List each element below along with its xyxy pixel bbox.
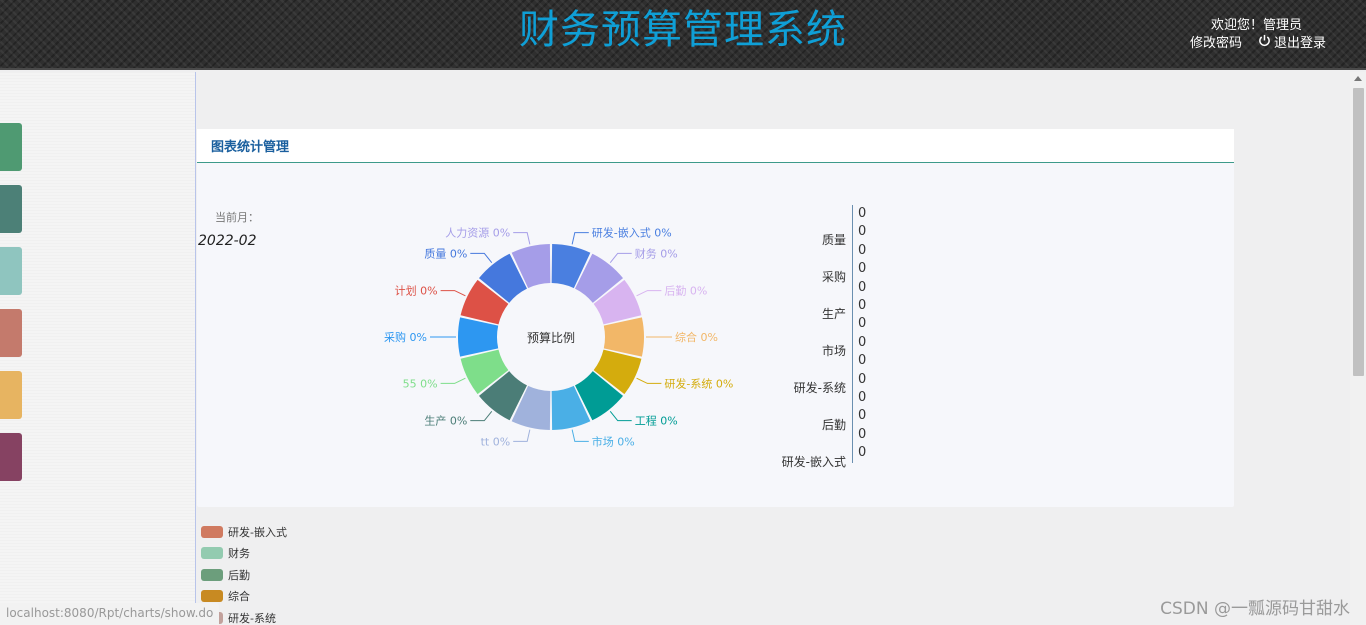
legend-label: 后勤 (228, 568, 250, 582)
legend-item[interactable]: 后勤 (201, 564, 287, 586)
pie-label-line-8 (470, 410, 493, 422)
axis-value: 0 (858, 426, 867, 442)
pie-label-7: tt 0% (481, 435, 511, 448)
pie-label-2: 后勤 0% (664, 285, 707, 298)
legend-swatch (201, 547, 223, 560)
pie-label-4: 研发-系统 0% (664, 376, 733, 390)
pie-label-5: 工程 0% (635, 415, 678, 428)
pie-center-title: 预算比例 (527, 330, 575, 345)
legend-swatch (201, 590, 223, 603)
pie-label-line-4 (636, 377, 662, 384)
legend-label: 研发-嵌入式 (228, 525, 287, 539)
axis-values: 0 0 0 0 0 0 0 0 0 0 0 0 0 0 (858, 205, 866, 463)
pie-label-line-13 (513, 232, 531, 245)
pie-label-line-0 (571, 232, 589, 245)
pie-label-9: 55 0% (403, 377, 438, 390)
pie-label-line-12 (470, 252, 493, 264)
axis-value: 0 (858, 353, 867, 369)
axis-line (852, 205, 853, 463)
scroll-thumb[interactable] (1353, 88, 1364, 376)
legend-swatch (201, 525, 223, 538)
current-month-label: 当前月： (215, 211, 259, 224)
pie-label-line-5 (609, 410, 632, 422)
pie-label-line-1 (609, 252, 632, 264)
axis-category: 质量 (821, 233, 846, 247)
sidebar-tab-4[interactable] (0, 309, 22, 357)
legend-swatch (201, 568, 223, 581)
axis-value: 0 (858, 298, 867, 314)
axis-category: 市场 (821, 344, 846, 358)
pie-label-line-2 (636, 290, 662, 297)
axis-value: 0 (858, 224, 867, 240)
panel-title: 图表统计管理 (211, 140, 290, 155)
sidebar-tab-1[interactable] (0, 123, 22, 171)
pie-label-0: 研发-嵌入式 0% (592, 226, 672, 240)
pie-label-3: 综合 0% (675, 330, 718, 344)
pie-slice-3[interactable] (603, 317, 644, 357)
legend-label: 财务 (228, 547, 250, 561)
power-icon (1259, 34, 1270, 46)
logout-link[interactable]: 退出登录 (1258, 32, 1326, 51)
legend-label: 综合 (228, 590, 250, 604)
axis-category: 研发-系统 (793, 381, 846, 395)
axis-value: 0 (858, 316, 867, 332)
axis-category: 研发-嵌入式 (781, 455, 846, 469)
legend-item[interactable]: 财务 (201, 543, 287, 565)
pie-label-13: 人力资源 0% (445, 226, 510, 240)
axis-value: 0 (858, 261, 867, 277)
axis-value: 0 (858, 390, 867, 406)
pie-label-11: 计划 0% (395, 285, 438, 298)
axis-value: 0 (858, 371, 867, 387)
logout-label: 退出登录 (1273, 36, 1326, 51)
pie-label-line-11 (440, 290, 466, 297)
current-month-value: 2022-02 (198, 233, 257, 249)
scroll-up-arrow[interactable] (1354, 76, 1362, 81)
pie-label-6: 市场 0% (592, 434, 635, 448)
status-url: localhost:8080/Rpt/charts/show.do (0, 603, 220, 625)
top-header: 财务预算管理系统 欢迎您！管理员 修改密码 退出登录 (0, 0, 1366, 70)
pie-label-1: 财务 0% (635, 246, 678, 260)
header-links: 修改密码 退出登录 (1190, 32, 1326, 51)
watermark: CSDN @一瓢源码甘甜水 (1160, 599, 1350, 619)
axis-value: 0 (858, 279, 867, 295)
sidebar-tab-3[interactable] (0, 247, 22, 295)
welcome-text: 欢迎您！管理员 (1210, 18, 1302, 33)
budget-pie-chart: 研发-嵌入式 0% 财务 0% 后勤 0% 综合 0% 研发-系统 0% 工程 0%市场 … (384, 226, 733, 449)
pie-label-line-9 (440, 377, 466, 384)
panel-header: 图表统计管理 (197, 129, 1234, 163)
axis-value: 0 (858, 334, 867, 350)
app-title: 财务预算管理系统 (519, 7, 847, 53)
pie-label-10: 采购 0% (384, 330, 427, 344)
pie-label-line-7 (513, 429, 531, 442)
axis-category: 后勤 (821, 418, 846, 432)
axis-value: 0 (858, 242, 867, 258)
pie-label-12: 质量 0% (424, 247, 467, 260)
sidebar-tab-6[interactable] (0, 433, 22, 481)
change-password-link[interactable]: 修改密码 (1190, 32, 1242, 51)
left-sidebar (0, 72, 196, 625)
axis-category: 生产 (821, 307, 846, 321)
pie-label-line-6 (571, 429, 589, 442)
axis-value: 0 (858, 206, 867, 221)
axis-value: 0 (858, 408, 867, 424)
pie-slice-10[interactable] (458, 317, 499, 357)
legend-item[interactable]: 研发-嵌入式 (201, 521, 287, 543)
axis-category: 采购 (821, 270, 846, 284)
legend-label: 研发-系统 (228, 611, 276, 625)
sidebar-tab-5[interactable] (0, 371, 22, 419)
sidebar-tab-2[interactable] (0, 185, 22, 233)
pie-label-8: 生产 0% (424, 414, 467, 428)
axis-value: 0 (858, 445, 867, 461)
axis-categories: 质量采购生产市场研发-系统后勤研发-嵌入式 (760, 222, 846, 481)
